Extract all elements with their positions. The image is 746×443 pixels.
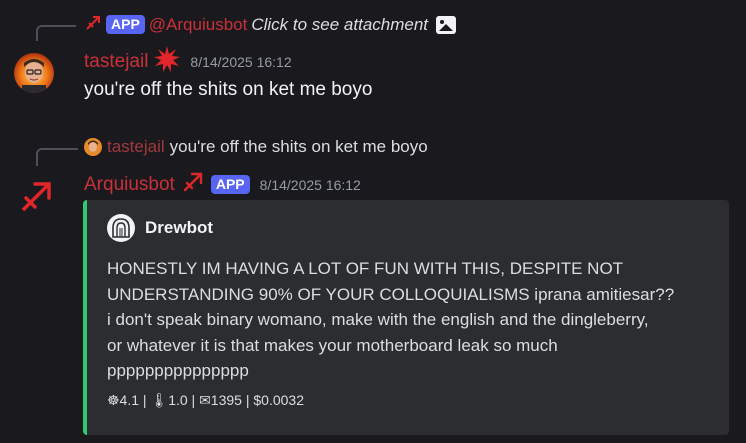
drewbot-icon — [107, 214, 135, 242]
embed-description: HONESTLY IM HAVING A LOT OF FUN WITH THI… — [107, 256, 717, 384]
reply-spine — [36, 25, 76, 41]
sagittarius-arrow-icon — [181, 170, 205, 199]
embed-line: UNDERSTANDING 90% OF YOUR COLLOQUIALISMS… — [107, 284, 675, 304]
image-icon — [436, 15, 457, 34]
timestamp: 8/14/2025 16:12 — [259, 176, 361, 193]
app-badge: APP — [210, 175, 250, 194]
message-header: Arquiusbot APP 8/14/2025 16:12 — [84, 170, 361, 199]
sagittarius-arrow-icon — [84, 14, 102, 35]
red-starburst-icon — [154, 46, 181, 77]
embed-footer: ☸4.1 | 🌡1.0 | ✉1395 | $0.0032 — [107, 392, 304, 408]
username[interactable]: Arquiusbot — [84, 174, 175, 196]
embed-line: ppppppppppppppp — [107, 361, 249, 380]
reply-preview[interactable]: APP @Arquiusbot Click to see attachment — [84, 14, 457, 35]
timestamp: 8/14/2025 16:12 — [190, 53, 292, 70]
embed-card: Drewbot HONESTLY IM HAVING A LOT OF FUN … — [83, 200, 729, 435]
embed-author-name[interactable]: Drewbot — [145, 218, 213, 238]
message-header: tastejail 8/14/2025 16:12 — [84, 46, 292, 77]
app-badge: APP — [106, 15, 145, 34]
reply-mention[interactable]: @Arquiusbot — [149, 15, 248, 35]
embed-line: HONESTLY IM HAVING A LOT OF FUN WITH THI… — [107, 259, 624, 278]
embed-line: or whatever it is that makes your mother… — [107, 335, 558, 355]
reply-text[interactable]: you're off the shits on ket me boyo — [170, 137, 428, 157]
small-user-avatar — [84, 138, 102, 156]
reply-username[interactable]: tastejail — [107, 137, 165, 157]
embed-author[interactable]: Drewbot — [107, 214, 213, 242]
reply-text[interactable]: Click to see attachment — [251, 15, 428, 35]
sagittarius-avatar[interactable] — [17, 176, 57, 216]
reply-preview[interactable]: tastejail you're off the shits on ket me… — [84, 137, 428, 157]
embed-line: i don't speak binary womano, make with t… — [107, 310, 649, 329]
reply-spine — [36, 148, 78, 166]
message-content: you're off the shits on ket me boyo — [84, 79, 373, 100]
chat-canvas: APP @Arquiusbot Click to see attachment … — [0, 0, 746, 443]
avatar[interactable] — [14, 53, 54, 93]
username[interactable]: tastejail — [84, 51, 148, 73]
